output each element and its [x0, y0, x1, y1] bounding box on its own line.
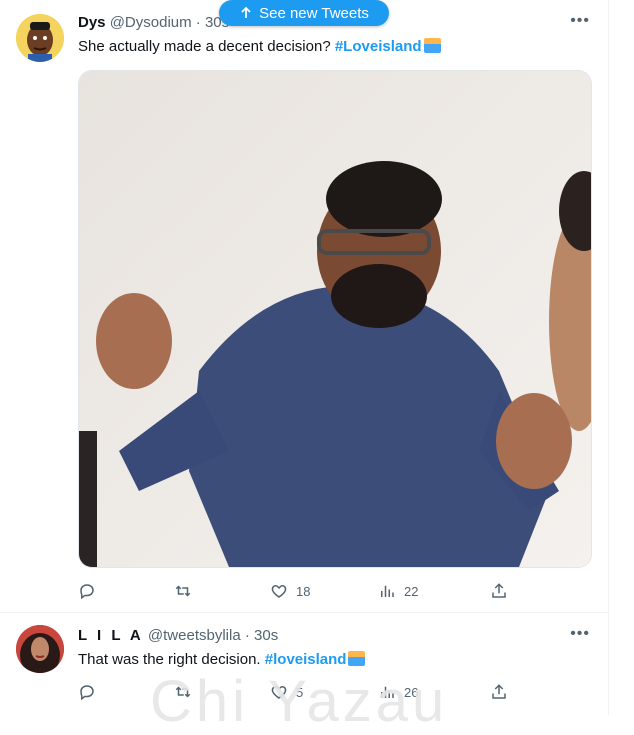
tweet-header: L I L A @tweetsbylila · 30s [78, 627, 278, 644]
like-button[interactable]: 18 [270, 580, 310, 602]
views-count: 26 [404, 684, 419, 700]
tweet-text: That was the right decision. #loveisland [78, 651, 366, 668]
tweet-header: Dys @Dysodium · 30s [78, 14, 229, 31]
tweet-actions: 18 22 [78, 580, 538, 602]
tweet-actions: 5 26 [78, 681, 538, 703]
reply-icon [80, 584, 94, 600]
tweet-body: She actually made a decent decision? [78, 38, 335, 55]
share-button[interactable] [490, 580, 508, 602]
timestamp[interactable]: 30s [254, 627, 278, 644]
see-new-tweets-label: See new Tweets [259, 4, 369, 22]
like-count: 5 [296, 684, 304, 700]
tweet[interactable]: L I L A @tweetsbylila · 30s ••• That was… [0, 613, 608, 715]
separator: · [240, 627, 255, 644]
share-button[interactable] [490, 681, 508, 703]
views-icon [381, 585, 394, 597]
avatar[interactable] [16, 14, 64, 62]
reply-button[interactable] [78, 681, 104, 703]
avatar[interactable] [16, 625, 64, 673]
retweet-button[interactable] [174, 580, 200, 602]
handle[interactable]: @Dysodium [110, 14, 192, 31]
tweet[interactable]: Dys @Dysodium · 30s ••• She actually mad… [0, 0, 608, 613]
display-name[interactable]: L I L A [78, 627, 144, 644]
views-icon [381, 686, 394, 698]
tweet-body: That was the right decision. [78, 651, 265, 668]
more-icon[interactable]: ••• [570, 12, 590, 30]
display-name[interactable]: Dys [78, 14, 106, 31]
tweet-media[interactable] [78, 70, 592, 568]
sunset-emoji-icon [423, 38, 441, 53]
more-icon[interactable]: ••• [570, 625, 590, 643]
handle[interactable]: @tweetsbylila [148, 627, 241, 644]
separator: · [191, 14, 205, 31]
hashtag-link[interactable]: #loveisland [265, 651, 347, 668]
retweet-icon [175, 585, 191, 597]
timeline: Dys @Dysodium · 30s ••• She actually mad… [0, 0, 609, 715]
retweet-button[interactable] [174, 681, 200, 703]
like-button[interactable]: 5 [270, 681, 303, 703]
share-icon [492, 583, 506, 598]
views-button[interactable]: 22 [378, 580, 418, 602]
tweet-text: She actually made a decent decision? #Lo… [78, 38, 441, 55]
like-icon [271, 584, 287, 598]
views-count: 22 [404, 583, 419, 599]
retweet-icon [175, 686, 191, 698]
sunset-emoji-icon [348, 651, 366, 666]
views-button[interactable]: 26 [378, 681, 418, 703]
hashtag-link[interactable]: #Loveisland [335, 38, 422, 55]
share-icon [492, 684, 506, 699]
like-icon [271, 685, 287, 699]
reply-icon [80, 685, 94, 701]
gesture-meme-image [79, 71, 591, 567]
reply-button[interactable] [78, 580, 104, 602]
arrow-up-icon [241, 6, 251, 18]
see-new-tweets-button[interactable]: See new Tweets [219, 0, 389, 26]
like-count: 18 [296, 583, 311, 599]
